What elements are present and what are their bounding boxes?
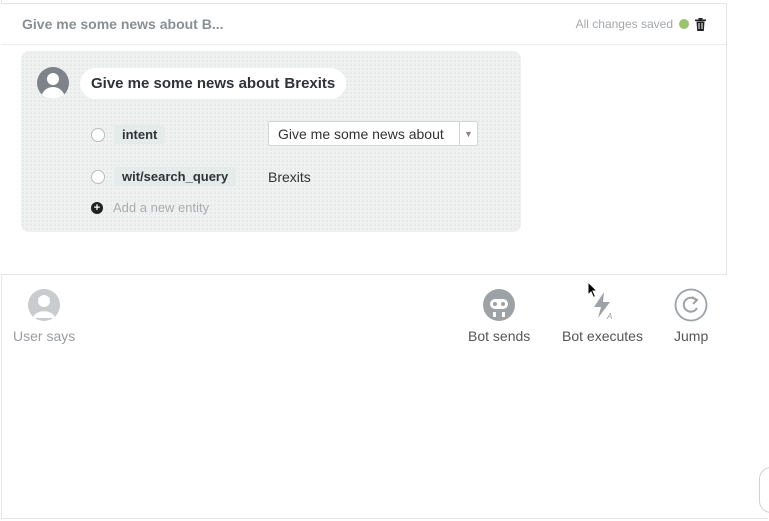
bot-sends-label: Bot sends [468, 328, 531, 344]
jump-label: Jump [674, 328, 709, 344]
bot-executes-button[interactable]: A Bot executes [562, 288, 643, 344]
jump-arrow-icon [674, 288, 708, 322]
trash-icon[interactable] [695, 17, 706, 31]
user-utterance[interactable]: Give me some news about Brexits [80, 68, 347, 99]
intent-select-value: Give me some news about [278, 125, 444, 142]
add-entity-button[interactable]: + Add a new entity [91, 200, 209, 215]
bot-sends-button[interactable]: Bot sends [468, 288, 530, 344]
bot-executes-label: Bot executes [562, 328, 643, 344]
utterance-intent-span[interactable]: Give me some news about [91, 75, 279, 92]
entity-radio[interactable] [91, 169, 105, 184]
robot-icon [483, 289, 516, 321]
save-status-text: All changes saved [575, 17, 673, 31]
utterance-query-span[interactable]: Brexits [284, 75, 335, 92]
mouse-cursor [587, 281, 599, 299]
jump-button[interactable]: Jump [674, 288, 708, 344]
entity-radio[interactable] [91, 127, 105, 142]
entity-row-intent: intent [91, 125, 166, 144]
save-status: All changes saved [576, 17, 706, 31]
action-bar: User says Bot sends A Bot executes Jump [0, 288, 740, 358]
entity-name: wit/search_query [114, 167, 237, 186]
svg-text:A: A [606, 312, 612, 321]
entity-name: intent [114, 125, 166, 144]
add-entity-label: Add a new entity [113, 200, 210, 215]
user-avatar-icon [28, 289, 61, 321]
story-header: Give me some news about B... All changes… [1, 4, 726, 45]
user-turn-bubble: Give me some news about Brexits intent G… [21, 51, 521, 232]
chevron-down-icon[interactable]: ▼ [459, 122, 477, 145]
plus-icon: + [91, 201, 103, 214]
user-says-button[interactable]: User says [13, 288, 75, 344]
entity-value[interactable]: Brexits [268, 169, 311, 185]
user-says-label: User says [13, 328, 76, 344]
user-avatar-icon [37, 67, 69, 99]
intent-value-select[interactable]: Give me some news about ▼ [268, 121, 478, 146]
entity-row-search-query: wit/search_query [91, 167, 237, 186]
chat-widget-handle[interactable] [759, 467, 769, 513]
status-dot-icon [679, 19, 689, 29]
story-title[interactable]: Give me some news about B... [22, 16, 224, 32]
